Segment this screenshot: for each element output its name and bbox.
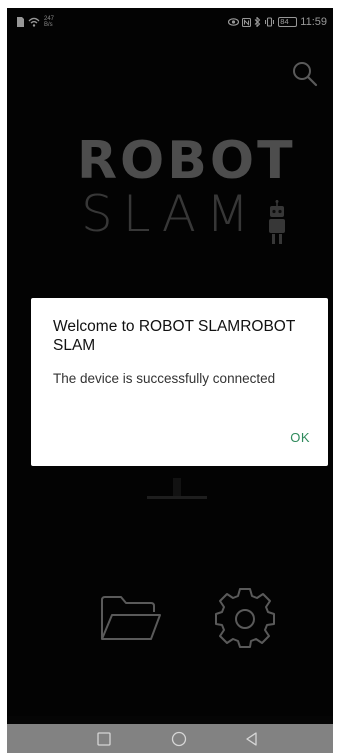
square-icon[interactable] bbox=[95, 730, 113, 748]
dialog-message: The device is successfully connected bbox=[53, 371, 276, 386]
welcome-dialog: Welcome to ROBOT SLAMROBOT SLAM The devi… bbox=[31, 298, 328, 466]
dialog-title: Welcome to ROBOT SLAMROBOT SLAM bbox=[53, 318, 296, 354]
triangle-back-icon[interactable] bbox=[243, 730, 261, 748]
ok-button[interactable]: OK bbox=[290, 430, 310, 445]
system-nav-bar bbox=[7, 724, 333, 753]
circle-icon[interactable] bbox=[170, 730, 188, 748]
